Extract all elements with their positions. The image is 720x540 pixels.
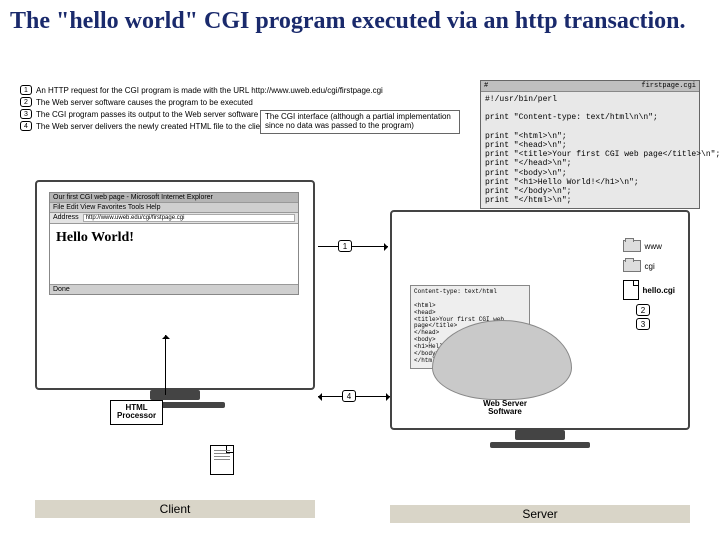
step-text: The Web server software causes the progr… (36, 98, 253, 107)
step-number-1: 1 (20, 85, 32, 95)
folder-icon (623, 260, 641, 272)
code-content: #!/usr/bin/perl print "Content-type: tex… (481, 92, 699, 208)
cgi-interface-note: The CGI interface (although a partial im… (260, 110, 460, 134)
flow-bubble-3: 3 (636, 318, 650, 330)
server-caption: Server (390, 505, 690, 523)
browser-menubar: File Edit View Favorites Tools Help (50, 203, 298, 213)
browser-titlebar: Our first CGI web page - Microsoft Inter… (50, 193, 298, 203)
step-number-4: 4 (20, 121, 32, 131)
address-label: Address (53, 214, 79, 222)
flow-bubble-1: 1 (338, 240, 352, 252)
step-text: An HTTP request for the CGI program is m… (36, 86, 383, 95)
server-file-list: www cgi hello.cgi (623, 240, 675, 308)
web-server-label: Web Server Software (460, 400, 550, 417)
html-processor-box: HTML Processor (110, 400, 163, 425)
code-filename: firstpage.cgi (641, 82, 696, 90)
file-icon (623, 280, 639, 300)
document-icon (210, 445, 234, 475)
browser-statusbar: Done (50, 284, 298, 294)
code-editor-window: #firstpage.cgi #!/usr/bin/perl print "Co… (480, 80, 700, 209)
arrow-up-icon (165, 335, 166, 395)
flow-bubble-2: 2 (636, 304, 650, 316)
address-bar[interactable]: http://www.uweb.edu/cgi/firstpage.cgi (83, 214, 295, 222)
client-caption: Client (35, 500, 315, 518)
flow-bubble-4: 4 (342, 390, 356, 402)
folder-label: cgi (645, 262, 655, 271)
browser-viewport: Hello World! (50, 224, 298, 284)
arrow-request-icon (318, 246, 388, 247)
page-title: The "hello world" CGI program executed v… (0, 0, 720, 34)
step-number-3: 3 (20, 109, 32, 119)
page-heading: Hello World! (56, 230, 292, 246)
step-text: The CGI program passes its output to the… (36, 110, 258, 119)
folder-icon (623, 240, 641, 252)
browser-window: Our first CGI web page - Microsoft Inter… (49, 192, 299, 295)
step-number-2: 2 (20, 97, 32, 107)
file-label: hello.cgi (643, 286, 675, 295)
folder-label: www (645, 242, 662, 251)
client-monitor: Our first CGI web page - Microsoft Inter… (35, 180, 315, 390)
